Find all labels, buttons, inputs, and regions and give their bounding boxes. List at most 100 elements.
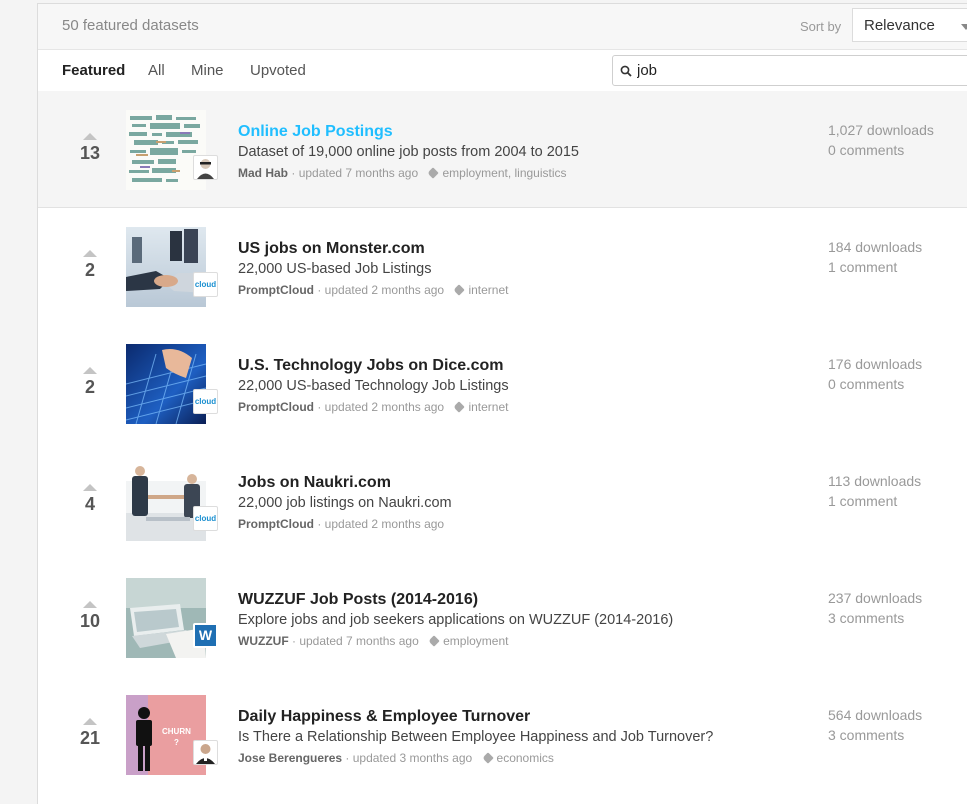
dataset-row[interactable]: 2 cloud US jobs on Monster.com 22,000 US… <box>38 208 967 324</box>
updated-text: · updated 2 months ago <box>317 517 445 531</box>
owner-link[interactable]: PromptCloud <box>238 517 314 531</box>
dataset-row[interactable]: 10 W WUZZUF Job Posts (2014-2016) Explor… <box>38 559 967 675</box>
dataset-title-link[interactable]: U.S. Technology Jobs on Dice.com <box>238 357 504 375</box>
dataset-stats: 113 downloads 1 comment <box>828 471 921 511</box>
updated-text: · updated 7 months ago <box>292 634 419 648</box>
dataset-stats: 176 downloads 0 comments <box>828 354 922 394</box>
tag-icon <box>428 635 440 647</box>
comments-count[interactable]: 0 comments <box>828 374 922 394</box>
wuzzuf-logo-badge[interactable]: W <box>193 623 218 648</box>
dataset-title-link[interactable]: US jobs on Monster.com <box>238 240 425 258</box>
promptcloud-logo-badge[interactable]: cloud <box>193 272 218 297</box>
tag-list[interactable]: internet <box>453 400 509 414</box>
dataset-stats: 184 downloads 1 comment <box>828 237 922 277</box>
tag-icon <box>427 167 440 179</box>
dataset-row[interactable]: 4 cloud Jobs on Naukri.com 22,000 job li… <box>38 442 967 558</box>
downloads-count: 184 downloads <box>828 239 923 255</box>
tag-text: internet <box>468 400 509 414</box>
filter-tabs: Featured All Mine Upvoted <box>38 50 967 92</box>
tab-featured[interactable]: Featured <box>62 62 125 79</box>
upvote-arrow-icon[interactable] <box>83 484 97 491</box>
search-input[interactable] <box>637 60 937 80</box>
upvote-control[interactable]: 13 <box>76 133 104 164</box>
vote-count: 2 <box>84 377 95 397</box>
dataset-title-link[interactable]: Daily Happiness & Employee Turnover <box>238 708 530 726</box>
promptcloud-logo-badge[interactable]: cloud <box>193 389 218 414</box>
sort-select-value: Relevance <box>864 17 935 34</box>
downloads-count: 113 downloads <box>828 473 922 489</box>
upvote-control[interactable]: 4 <box>76 484 104 515</box>
dataset-title-link[interactable]: WUZZUF Job Posts (2014-2016) <box>238 591 478 609</box>
upvote-arrow-icon[interactable] <box>83 601 97 608</box>
updated-text: · updated 2 months ago <box>317 283 445 297</box>
dataset-title-link[interactable]: Online Job Postings <box>238 123 393 141</box>
dataset-subtitle: 22,000 US-based Job Listings <box>238 261 432 277</box>
dataset-subtitle: Dataset of 19,000 online job posts from … <box>238 144 579 160</box>
tag-list[interactable]: employment, linguistics <box>427 166 567 180</box>
owner-link[interactable]: PromptCloud <box>238 283 314 297</box>
dataset-meta: WUZZUF · updated 7 months ago employment <box>238 634 508 648</box>
dataset-meta: Jose Berengueres · updated 3 months ago … <box>238 751 554 765</box>
vote-count: 13 <box>79 143 101 163</box>
upvote-control[interactable]: 2 <box>76 367 104 398</box>
comments-count[interactable]: 1 comment <box>828 257 922 277</box>
sort-select[interactable]: Relevance <box>852 8 967 42</box>
downloads-count: 176 downloads <box>828 356 923 372</box>
owner-link[interactable]: Jose Berengueres <box>238 751 342 765</box>
tag-text: employment, linguistics <box>442 166 567 180</box>
owner-link[interactable]: Mad Hab <box>238 166 288 180</box>
dataset-row[interactable]: 13 Online Job Postings Dataset of 19,000… <box>38 91 967 208</box>
tag-list[interactable]: employment <box>428 634 508 648</box>
dataset-row[interactable]: 21 CHURN ? Daily Happiness & Employee Tu… <box>38 676 967 792</box>
dataset-meta: PromptCloud · updated 2 months ago <box>238 517 444 531</box>
dataset-subtitle: Explore jobs and job seekers application… <box>238 612 674 628</box>
vote-count: 10 <box>79 611 101 631</box>
downloads-count: 237 downloads <box>828 590 923 606</box>
tag-list[interactable]: internet <box>453 283 509 297</box>
dataset-meta: PromptCloud · updated 2 months ago inter… <box>238 283 508 297</box>
sort-by-label: Sort by <box>800 19 842 34</box>
upvote-control[interactable]: 2 <box>76 250 104 281</box>
tab-upvoted[interactable]: Upvoted <box>250 62 306 79</box>
owner-avatar[interactable] <box>193 740 218 765</box>
downloads-count: 1,027 downloads <box>828 122 934 138</box>
search-icon <box>620 65 632 77</box>
vote-count: 4 <box>84 494 95 514</box>
promptcloud-logo-badge[interactable]: cloud <box>193 506 218 531</box>
owner-avatar[interactable] <box>193 155 218 180</box>
updated-text: · updated 2 months ago <box>317 400 445 414</box>
upvote-control[interactable]: 10 <box>76 601 104 632</box>
upvote-control[interactable]: 21 <box>76 718 104 749</box>
updated-text: · updated 3 months ago <box>345 751 473 765</box>
comments-count[interactable]: 3 comments <box>828 608 922 628</box>
owner-link[interactable]: PromptCloud <box>238 400 314 414</box>
comments-count[interactable]: 3 comments <box>828 725 922 745</box>
upvote-arrow-icon[interactable] <box>83 718 97 725</box>
dataset-stats: 564 downloads 3 comments <box>828 705 922 745</box>
dataset-subtitle: Is There a Relationship Between Employee… <box>238 729 714 745</box>
tag-text: economics <box>496 751 554 765</box>
comments-count[interactable]: 1 comment <box>828 491 921 511</box>
tag-icon <box>453 284 466 296</box>
tag-list[interactable]: economics <box>481 751 554 765</box>
tab-mine[interactable]: Mine <box>191 62 224 79</box>
dataset-row[interactable]: 2 cloud U.S. Technology Jobs on Dice.com… <box>38 325 967 441</box>
vote-count: 2 <box>84 260 95 280</box>
dataset-subtitle: 22,000 US-based Technology Job Listings <box>238 378 509 394</box>
tag-icon <box>481 752 494 764</box>
tab-all[interactable]: All <box>148 62 165 79</box>
upvote-arrow-icon[interactable] <box>83 250 97 257</box>
list-header: 50 featured datasets Sort by Relevance <box>38 4 967 50</box>
owner-link[interactable]: WUZZUF <box>238 634 289 648</box>
tag-icon <box>453 401 466 413</box>
chevron-down-icon <box>961 24 967 30</box>
search-box[interactable] <box>612 55 967 86</box>
churn-label: CHURN <box>162 727 191 736</box>
comments-count[interactable]: 0 comments <box>828 140 934 160</box>
dataset-title-link[interactable]: Jobs on Naukri.com <box>238 474 391 492</box>
tag-text: internet <box>468 283 509 297</box>
upvote-arrow-icon[interactable] <box>83 367 97 374</box>
upvote-arrow-icon[interactable] <box>83 133 97 140</box>
updated-text: · updated 7 months ago <box>291 166 419 180</box>
dataset-count: 50 featured datasets <box>62 17 199 34</box>
